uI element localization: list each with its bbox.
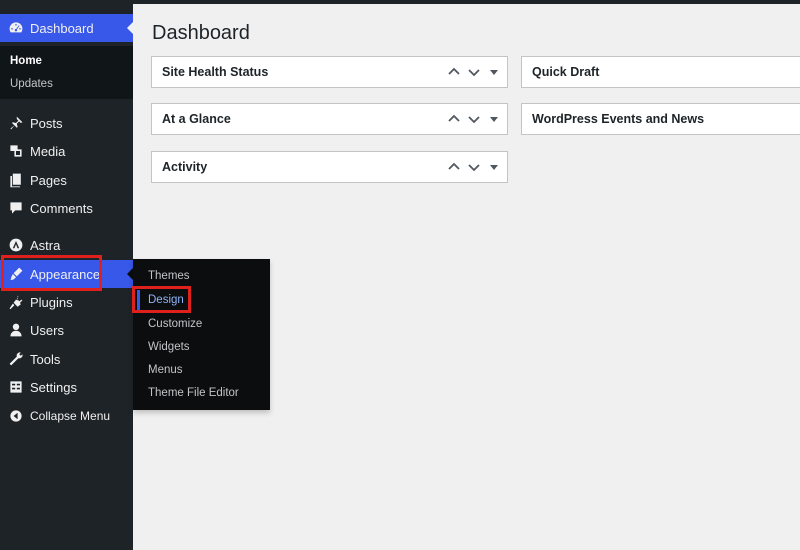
sidebar-item-plugins[interactable]: Plugins: [0, 288, 133, 316]
sidebar-item-label: Collapse Menu: [30, 409, 111, 423]
flyout-item-customize[interactable]: Customize: [148, 318, 202, 330]
panel-activity: Activity: [151, 151, 508, 183]
panel-wordpress-events-and-news: WordPress Events and News: [521, 103, 800, 135]
sidebar-item-label: Appearance: [30, 266, 101, 282]
flyout-item-menus[interactable]: Menus: [148, 364, 183, 376]
sidebar-item-label: Media: [30, 143, 66, 159]
plugins-icon: [6, 292, 26, 312]
sidebar-item-astra[interactable]: Astra: [0, 231, 133, 259]
collapse-menu-button[interactable]: Collapse Menu: [0, 402, 133, 430]
settings-icon: [6, 377, 26, 397]
submenu-item-home[interactable]: Home: [10, 55, 42, 67]
media-icon: [6, 141, 26, 161]
flyout-item-themes[interactable]: Themes: [148, 270, 190, 282]
panel-title: Quick Draft: [532, 65, 600, 79]
toggle-panel-icon[interactable]: [487, 112, 501, 126]
move-down-icon[interactable]: [467, 160, 481, 174]
panel-site-health-status: Site Health Status: [151, 56, 508, 88]
panel-title: At a Glance: [162, 112, 231, 126]
panel-title: Activity: [162, 160, 208, 174]
page-title: Dashboard: [152, 22, 250, 44]
sidebar-item-comments[interactable]: Comments: [0, 194, 133, 222]
users-icon: [6, 320, 26, 340]
move-down-icon[interactable]: [467, 65, 481, 79]
tools-icon: [6, 349, 26, 369]
sidebar-item-label: Tools: [30, 351, 61, 367]
dashboard-submenu: Home Updates: [0, 46, 133, 99]
sidebar-item-appearance[interactable]: Appearance: [0, 260, 134, 288]
panel-title: Site Health Status: [162, 65, 269, 79]
appearance-icon: [6, 264, 26, 284]
sidebar-item-label: Users: [30, 322, 64, 338]
toggle-panel-icon[interactable]: [487, 160, 501, 174]
move-up-icon[interactable]: [447, 160, 461, 174]
submenu-item-updates[interactable]: Updates: [10, 78, 53, 90]
sidebar-item-label: Astra: [30, 237, 61, 253]
flyout-item-widgets[interactable]: Widgets: [148, 341, 190, 353]
sidebar-item-label: Posts: [30, 115, 63, 131]
move-up-icon[interactable]: [447, 65, 461, 79]
sidebar-item-label: Pages: [30, 172, 67, 188]
sidebar-item-label: Comments: [30, 200, 93, 216]
pin-icon: [6, 113, 26, 133]
sidebar-item-pages[interactable]: Pages: [0, 166, 133, 194]
astra-icon: [6, 235, 26, 255]
toggle-panel-icon[interactable]: [487, 65, 501, 79]
panel-title: WordPress Events and News: [532, 112, 705, 126]
sidebar-item-dashboard[interactable]: Dashboard: [0, 14, 134, 42]
sidebar-item-label: Settings: [30, 379, 77, 395]
dashboard-icon: [6, 18, 26, 38]
sidebar-item-tools[interactable]: Tools: [0, 345, 133, 373]
panel-quick-draft: Quick Draft: [521, 56, 800, 88]
collapse-icon: [6, 406, 26, 426]
flyout-active-indicator: [137, 290, 140, 312]
sidebar-item-media[interactable]: Media: [0, 137, 133, 165]
current-arrow-icon: [127, 21, 134, 35]
admin-sidebar: Dashboard Home Updates Posts Media Pages…: [0, 4, 134, 550]
flyout-item-design[interactable]: Design: [148, 294, 184, 306]
appearance-flyout-menu: Themes Design Customize Widgets Menus Th…: [133, 259, 270, 410]
sidebar-item-users[interactable]: Users: [0, 316, 133, 344]
panel-at-a-glance: At a Glance: [151, 103, 508, 135]
sidebar-item-label: Plugins: [30, 294, 73, 310]
move-down-icon[interactable]: [467, 112, 481, 126]
flyout-item-theme-file-editor[interactable]: Theme File Editor: [148, 387, 239, 399]
sidebar-item-posts[interactable]: Posts: [0, 109, 133, 137]
pages-icon: [6, 170, 26, 190]
sidebar-item-settings[interactable]: Settings: [0, 373, 133, 401]
move-up-icon[interactable]: [447, 112, 461, 126]
comments-icon: [6, 198, 26, 218]
sidebar-item-label: Dashboard: [30, 20, 94, 36]
